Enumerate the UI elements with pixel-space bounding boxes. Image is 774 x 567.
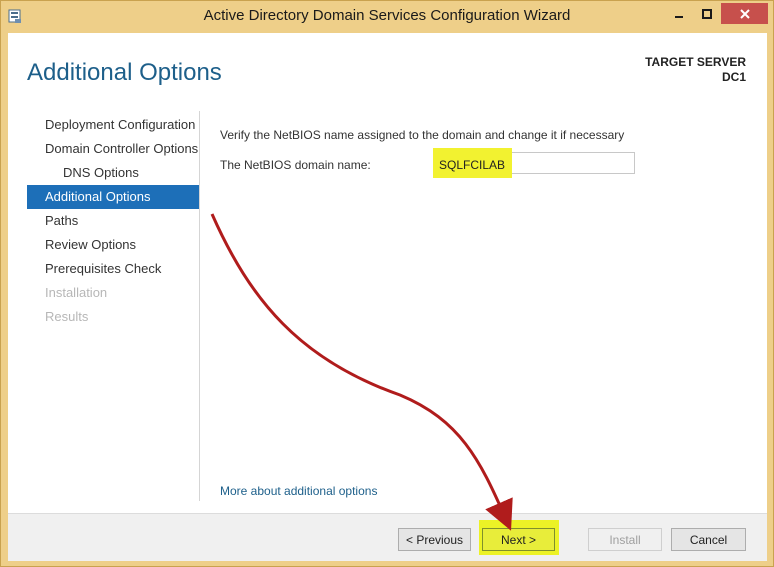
wizard-nav: Deployment Configuration Domain Controll… — [27, 113, 199, 329]
next-button[interactable]: Next > — [482, 528, 555, 551]
nav-item-dns-options[interactable]: DNS Options — [27, 161, 199, 185]
nav-item-review-options[interactable]: Review Options — [27, 233, 199, 257]
wizard-client-area: Additional Options TARGET SERVER DC1 Dep… — [8, 33, 767, 561]
nav-item-domain-controller-options[interactable]: Domain Controller Options — [27, 137, 199, 161]
nav-item-deployment-configuration[interactable]: Deployment Configuration — [27, 113, 199, 137]
minimize-icon — [674, 15, 683, 18]
more-about-additional-options-link[interactable]: More about additional options — [220, 484, 377, 498]
maximize-button[interactable] — [693, 3, 720, 24]
maximize-icon — [701, 8, 712, 19]
instruction-text: Verify the NetBIOS name assigned to the … — [220, 128, 625, 142]
nav-item-results: Results — [45, 309, 89, 324]
cancel-button[interactable]: Cancel — [671, 528, 746, 551]
title-bar[interactable]: Active Directory Domain Services Configu… — [1, 1, 773, 33]
target-server-name: DC1 — [721, 70, 746, 84]
install-button: Install — [588, 528, 662, 551]
nav-divider — [199, 111, 200, 501]
close-button[interactable] — [721, 3, 768, 24]
minimize-button[interactable] — [665, 3, 692, 24]
target-server-label: TARGET SERVER — [645, 55, 746, 69]
window-title: Active Directory Domain Services Configu… — [203, 7, 571, 24]
previous-button[interactable]: < Previous — [398, 528, 471, 551]
close-icon — [739, 8, 750, 19]
netbios-domain-name-value[interactable]: SQLFCILAB — [439, 158, 505, 172]
nav-item-paths[interactable]: Paths — [27, 209, 199, 233]
page-title: Additional Options — [27, 59, 222, 86]
nav-item-installation: Installation — [45, 285, 108, 300]
wizard-window: Active Directory Domain Services Configu… — [0, 0, 774, 567]
nav-item-prerequisites-check[interactable]: Prerequisites Check — [27, 257, 199, 281]
nav-item-additional-options[interactable]: Additional Options — [27, 185, 199, 209]
target-server-info: TARGET SERVER DC1 — [645, 55, 746, 85]
netbios-label: The NetBIOS domain name: — [220, 158, 371, 172]
